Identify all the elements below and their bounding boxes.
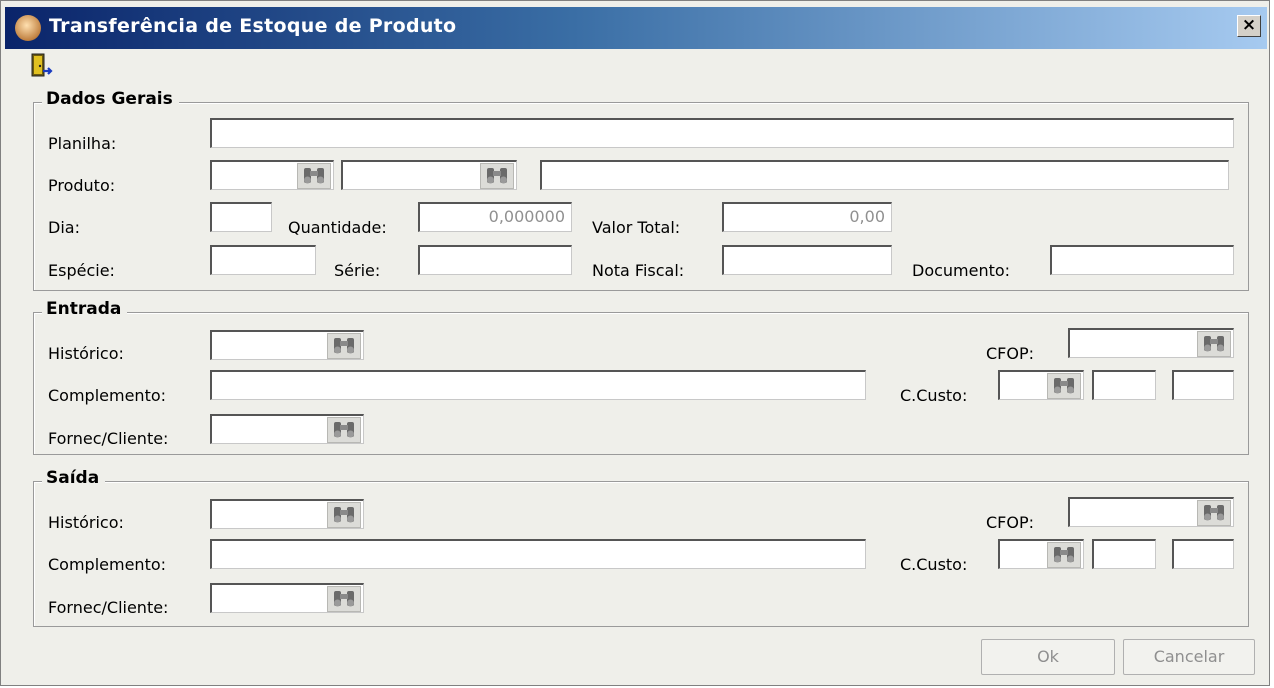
label-complemento: Complemento: <box>48 386 167 405</box>
person-icon <box>15 15 41 41</box>
window-title: Transferência de Estoque de Produto <box>49 15 457 37</box>
binoculars-icon[interactable] <box>1047 373 1081 399</box>
close-button[interactable]: × <box>1237 15 1261 37</box>
binoculars-icon[interactable] <box>327 417 361 443</box>
group-title-saida: Saída <box>42 468 106 488</box>
label-complemento: Complemento: <box>48 555 167 574</box>
binoculars-icon[interactable] <box>1047 542 1081 568</box>
label-cfop: CFOP: <box>986 344 1035 363</box>
serie-field[interactable] <box>418 245 572 275</box>
binoculars-icon[interactable] <box>297 163 331 189</box>
binoculars-icon[interactable] <box>327 333 361 359</box>
valor-total-value: 0,00 <box>849 207 885 226</box>
label-valor-total: Valor Total: <box>592 218 681 237</box>
label-nota-fiscal: Nota Fiscal: <box>592 261 685 280</box>
entrada-cfop-field[interactable] <box>1068 328 1234 358</box>
dialog-window: Transferência de Estoque de Produto × Da… <box>0 0 1270 686</box>
saida-ccusto-field-2[interactable] <box>1092 539 1156 569</box>
entrada-ccusto-field-2[interactable] <box>1092 370 1156 400</box>
label-documento: Documento: <box>912 261 1011 280</box>
entrada-fornec-cliente-field[interactable] <box>210 414 364 444</box>
label-dia: Dia: <box>48 218 80 237</box>
label-quantidade: Quantidade: <box>288 218 387 237</box>
entrada-ccusto-field-3[interactable] <box>1172 370 1234 400</box>
produto-description-field[interactable] <box>540 160 1229 190</box>
saida-cfop-field[interactable] <box>1068 497 1234 527</box>
saida-fornec-cliente-field[interactable] <box>210 583 364 613</box>
produto-ref-field[interactable] <box>341 160 517 190</box>
saida-historico-field[interactable] <box>210 499 364 529</box>
produto-code-field[interactable] <box>210 160 334 190</box>
entrada-historico-field[interactable] <box>210 330 364 360</box>
group-saida: Saída Histórico: CFOP: Complemento: C.Cu… <box>33 468 1249 627</box>
label-historico: Histórico: <box>48 513 124 532</box>
label-ccusto: C.Custo: <box>900 555 968 574</box>
exit-door-icon[interactable] <box>29 53 53 79</box>
ok-button[interactable]: Ok <box>981 639 1115 675</box>
saida-ccusto-field-3[interactable] <box>1172 539 1234 569</box>
label-historico: Histórico: <box>48 344 124 363</box>
title-bar: Transferência de Estoque de Produto × <box>5 7 1267 49</box>
group-title-entrada: Entrada <box>42 299 128 319</box>
binoculars-icon[interactable] <box>327 586 361 612</box>
binoculars-icon[interactable] <box>327 502 361 528</box>
group-entrada: Entrada Histórico: CFOP: Complemento: C.… <box>33 299 1249 455</box>
label-especie: Espécie: <box>48 261 115 280</box>
cancelar-button[interactable]: Cancelar <box>1123 639 1255 675</box>
label-produto: Produto: <box>48 176 116 195</box>
planilha-field[interactable] <box>210 118 1234 148</box>
binoculars-icon[interactable] <box>480 163 514 189</box>
quantidade-field[interactable]: 0,000000 <box>418 202 572 232</box>
label-ccusto: C.Custo: <box>900 386 968 405</box>
group-title-dados-gerais: Dados Gerais <box>42 89 179 109</box>
label-fornec-cliente: Fornec/Cliente: <box>48 598 169 617</box>
binoculars-icon[interactable] <box>1197 331 1231 357</box>
valor-total-field[interactable]: 0,00 <box>722 202 892 232</box>
saida-complemento-field[interactable] <box>210 539 866 569</box>
dia-field[interactable] <box>210 202 272 232</box>
binoculars-icon[interactable] <box>1197 500 1231 526</box>
label-planilha: Planilha: <box>48 134 117 153</box>
saida-ccusto-field-1[interactable] <box>998 539 1084 569</box>
nota-fiscal-field[interactable] <box>722 245 892 275</box>
documento-field[interactable] <box>1050 245 1234 275</box>
entrada-complemento-field[interactable] <box>210 370 866 400</box>
quantidade-value: 0,000000 <box>488 207 565 226</box>
label-fornec-cliente: Fornec/Cliente: <box>48 429 169 448</box>
especie-field[interactable] <box>210 245 316 275</box>
group-dados-gerais: Dados Gerais Planilha: Produto: Dia: Qua… <box>33 89 1249 291</box>
entrada-ccusto-field-1[interactable] <box>998 370 1084 400</box>
label-serie: Série: <box>334 261 381 280</box>
label-cfop: CFOP: <box>986 513 1035 532</box>
